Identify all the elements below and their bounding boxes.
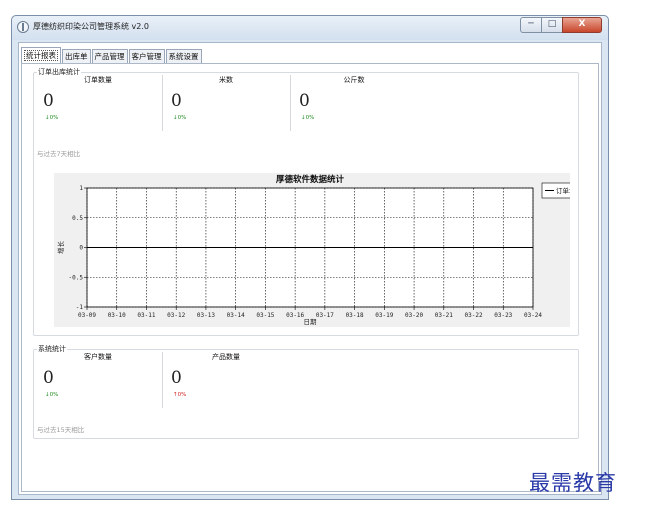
stat-value: 0 (43, 368, 54, 388)
legend-label: 订单增长 (556, 186, 570, 195)
statistics-tab-page: 订单出库统计 订单数量 0 ↓0% 米数 0 ↓0% 公斤数 0 ↓0% 与过去… (21, 63, 599, 492)
x-tick-label: 03-11 (137, 312, 155, 319)
tab-product-management[interactable]: 产品管理 (91, 49, 128, 63)
y-axis-label: 增长 (56, 241, 65, 255)
close-button[interactable]: X (562, 17, 602, 33)
tab-label: 统计报表 (24, 50, 58, 61)
stat-value: 0 (171, 368, 182, 388)
y-tick-label: 1 (79, 185, 83, 192)
stat-value: 0 (43, 91, 54, 111)
y-tick-label: 0.5 (72, 215, 83, 222)
stat-label: 米数 (219, 76, 233, 84)
stat-value: 0 (299, 91, 310, 111)
x-tick-label: 03-20 (405, 312, 423, 319)
stat-change: ↓0% (173, 115, 187, 121)
stat-change: ↑0% (173, 392, 187, 398)
maximize-button[interactable]: □ (541, 17, 563, 33)
compare-note: 与过去7天相比 (37, 150, 81, 158)
x-tick-label: 03-22 (465, 312, 483, 319)
y-tick-label: -1 (76, 304, 84, 311)
chart-svg: 1 0.5 0 -0.5 -103-09 03-10 03-11 03-12 03-13 03-1… (56, 174, 570, 326)
y-tick-label: -0.5 (69, 274, 84, 281)
x-tick-label: 03-21 (435, 312, 453, 319)
stat-label: 客户数量 (84, 353, 112, 361)
stat-value: 0 (171, 91, 182, 111)
tab-outbound-orders[interactable]: 出库单 (62, 49, 91, 63)
x-tick-label: 03-16 (286, 312, 304, 319)
window-title: 厚德纺织印染公司管理系统 v2.0 (33, 22, 149, 31)
x-tick-label: 03-24 (524, 312, 542, 319)
tab-system-settings[interactable]: 系统设置 (165, 49, 202, 63)
system-stats-group: 系统统计 客户数量 0 ↓0% 产品数量 0 ↑0% 与过去15天相比 (33, 344, 579, 439)
tab-customer-management[interactable]: 客户管理 (128, 49, 165, 63)
tab-strip: 统计报表 出库单 产品管理 客户管理 系统设置 (21, 47, 203, 63)
x-tick-label: 03-12 (167, 312, 185, 319)
x-tick-label: 03-14 (227, 312, 245, 319)
stat-label: 公斤数 (343, 76, 365, 84)
y-tick-label: 0 (79, 245, 83, 252)
x-tick-label: 03-09 (78, 312, 96, 319)
tab-statistics-report[interactable]: 统计报表 (21, 47, 61, 63)
x-tick-label: 03-18 (346, 312, 364, 319)
stat-change: ↓0% (45, 115, 59, 121)
title-bar[interactable]: 厚德纺织印染公司管理系统 v2.0 ─ □ X (12, 16, 608, 40)
x-tick-label: 03-17 (316, 312, 334, 319)
x-tick-label: 03-23 (494, 312, 512, 319)
stat-change: ↓0% (301, 115, 315, 121)
minimize-button[interactable]: ─ (520, 17, 542, 33)
x-tick-label: 03-19 (375, 312, 393, 319)
stat-label: 产品数量 (212, 353, 240, 361)
window-controls: ─ □ X (520, 17, 602, 33)
chart-title: 厚德软件数据统计 (276, 174, 345, 185)
stat-change: ↓0% (45, 392, 59, 398)
x-tick-label: 03-15 (256, 312, 274, 319)
compare-note: 与过去15天相比 (37, 426, 85, 434)
order-stats-group: 订单出库统计 订单数量 0 ↓0% 米数 0 ↓0% 公斤数 0 ↓0% 与过去… (33, 67, 579, 336)
app-window: 厚德纺织印染公司管理系统 v2.0 ─ □ X 统计报表 出库单 产品管理 客户… (11, 15, 609, 500)
x-tick-label: 03-13 (197, 312, 215, 319)
stat-label: 订单数量 (84, 76, 112, 84)
x-tick-label: 03-10 (108, 312, 126, 319)
growth-chart: 1 0.5 0 -0.5 -1 03-09 03-10 03-11 03-12 03-13 03-1… (54, 173, 570, 327)
watermark: 最需教育 (529, 471, 617, 495)
x-axis-label: 日期 (304, 318, 318, 326)
client-area: 统计报表 出库单 产品管理 客户管理 系统设置 订单出库统计 订单数量 0 ↓0… (18, 42, 602, 495)
app-icon (17, 21, 29, 33)
